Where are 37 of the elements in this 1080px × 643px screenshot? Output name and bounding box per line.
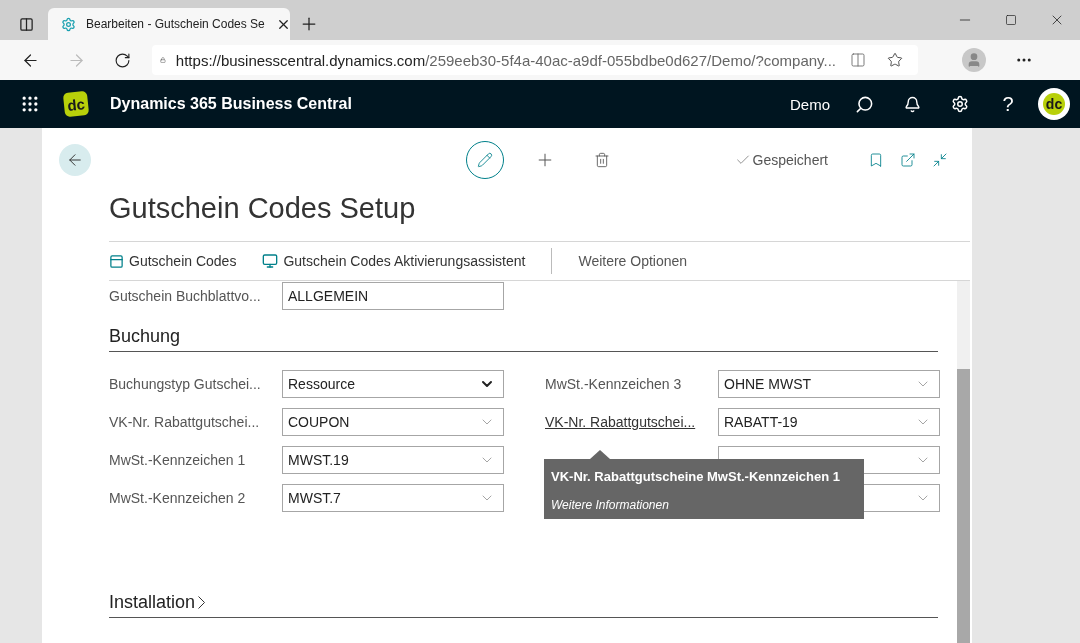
lookup-field[interactable]: MWST.19 (282, 446, 504, 474)
more-info-link[interactable]: Weitere Informationen (551, 498, 857, 512)
action-button[interactable]: Gutschein Codes (109, 253, 263, 269)
field-label-link[interactable]: VK-Nr. Rabattgutschei... (545, 414, 718, 430)
chevron-right-icon (198, 596, 206, 609)
lookup-field[interactable]: RABATT-19 (718, 408, 940, 436)
scrollbar[interactable] (957, 281, 970, 643)
company-name[interactable]: Demo (790, 95, 830, 113)
field-label: MwSt.-Kennzeichen 1 (109, 452, 247, 468)
section-header[interactable]: Buchung (109, 326, 181, 347)
field-label: Gutschein Buchblattvo... (109, 288, 262, 304)
product-name: Dynamics 365 Business Central (110, 95, 352, 113)
address-field[interactable]: https://businesscentral.dynamics.com/259eeb30-5f4a-40ac-a9df-055bdbe0d627/Demo/?company... (152, 45, 918, 75)
lookup-field[interactable]: OHNE MWST (718, 370, 940, 398)
logo: dc (62, 90, 90, 118)
field-label: MwSt.-Kennzeichen 2 (109, 490, 247, 506)
edit-button[interactable] (466, 141, 504, 179)
field-label: MwSt.-Kennzeichen 3 (545, 376, 683, 392)
lookup-field[interactable]: ALLGEMEIN (282, 282, 504, 310)
user-avatar[interactable]: dc (1038, 88, 1070, 120)
browser-tab[interactable]: Bearbeiten - Gutschein Codes Se (48, 8, 290, 40)
back-button[interactable] (59, 144, 91, 176)
lookup-field[interactable]: COUPON (282, 408, 504, 436)
tooltip-title: VK-Nr. Rabattgutscheine MwSt.-Kennzeichen 1 (551, 469, 841, 484)
help-button[interactable]: ? (984, 92, 1032, 116)
page-title: Gutschein Codes Setup (109, 192, 417, 225)
saved-status: Gespeichert (752, 152, 828, 168)
lookup-field[interactable]: MWST.7 (282, 484, 504, 512)
section-header[interactable]: Installation (109, 592, 206, 613)
monitor-icon (262, 253, 279, 269)
action-button[interactable]: Gutschein Codes Aktivierungsassistent (262, 253, 552, 269)
more-options-button[interactable]: Weitere Optionen (551, 248, 688, 274)
pencil-icon (477, 152, 493, 168)
field-label: VK-Nr. Rabattgutschei... (109, 414, 261, 430)
dropdown-field[interactable]: Ressource (282, 370, 504, 398)
field-label: Buchungstyp Gutschei... (109, 376, 262, 392)
site-icon (60, 16, 76, 32)
